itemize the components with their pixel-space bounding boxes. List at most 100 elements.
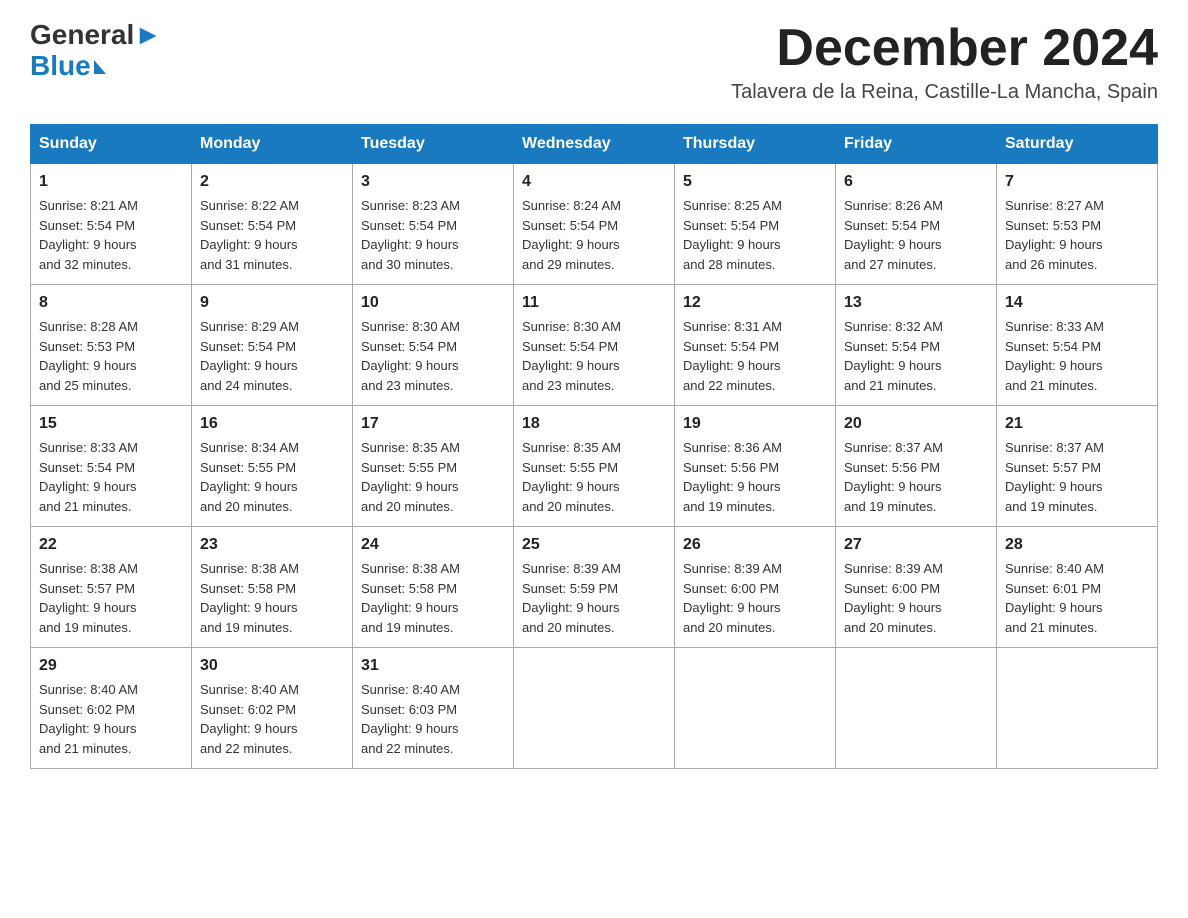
day-number: 7 (1005, 170, 1149, 194)
table-row: 16 Sunrise: 8:34 AMSunset: 5:55 PMDaylig… (192, 406, 353, 527)
table-row: 12 Sunrise: 8:31 AMSunset: 5:54 PMDaylig… (675, 285, 836, 406)
day-number: 3 (361, 170, 505, 194)
day-number: 25 (522, 533, 666, 557)
day-number: 5 (683, 170, 827, 194)
day-info: Sunrise: 8:33 AMSunset: 5:54 PMDaylight:… (39, 440, 138, 514)
table-row: 15 Sunrise: 8:33 AMSunset: 5:54 PMDaylig… (31, 406, 192, 527)
day-number: 24 (361, 533, 505, 557)
day-number: 20 (844, 412, 988, 436)
day-info: Sunrise: 8:33 AMSunset: 5:54 PMDaylight:… (1005, 319, 1104, 393)
day-number: 11 (522, 291, 666, 315)
day-info: Sunrise: 8:38 AMSunset: 5:58 PMDaylight:… (361, 561, 460, 635)
day-info: Sunrise: 8:27 AMSunset: 5:53 PMDaylight:… (1005, 198, 1104, 272)
table-row: 7 Sunrise: 8:27 AMSunset: 5:53 PMDayligh… (997, 164, 1158, 285)
table-row: 29 Sunrise: 8:40 AMSunset: 6:02 PMDaylig… (31, 648, 192, 769)
day-info: Sunrise: 8:28 AMSunset: 5:53 PMDaylight:… (39, 319, 138, 393)
day-number: 26 (683, 533, 827, 557)
table-row: 2 Sunrise: 8:22 AMSunset: 5:54 PMDayligh… (192, 164, 353, 285)
location-title: Talavera de la Reina, Castille-La Mancha… (731, 81, 1158, 104)
table-row: 13 Sunrise: 8:32 AMSunset: 5:54 PMDaylig… (836, 285, 997, 406)
day-number: 4 (522, 170, 666, 194)
calendar-week-row: 15 Sunrise: 8:33 AMSunset: 5:54 PMDaylig… (31, 406, 1158, 527)
day-number: 29 (39, 654, 183, 678)
day-info: Sunrise: 8:35 AMSunset: 5:55 PMDaylight:… (522, 440, 621, 514)
day-number: 27 (844, 533, 988, 557)
table-row: 18 Sunrise: 8:35 AMSunset: 5:55 PMDaylig… (514, 406, 675, 527)
day-number: 31 (361, 654, 505, 678)
day-info: Sunrise: 8:38 AMSunset: 5:57 PMDaylight:… (39, 561, 138, 635)
table-row: 3 Sunrise: 8:23 AMSunset: 5:54 PMDayligh… (353, 164, 514, 285)
day-info: Sunrise: 8:34 AMSunset: 5:55 PMDaylight:… (200, 440, 299, 514)
col-tuesday: Tuesday (353, 125, 514, 164)
day-number: 2 (200, 170, 344, 194)
day-number: 9 (200, 291, 344, 315)
day-number: 6 (844, 170, 988, 194)
day-info: Sunrise: 8:39 AMSunset: 6:00 PMDaylight:… (844, 561, 943, 635)
day-number: 28 (1005, 533, 1149, 557)
day-number: 18 (522, 412, 666, 436)
table-row: 11 Sunrise: 8:30 AMSunset: 5:54 PMDaylig… (514, 285, 675, 406)
table-row: 17 Sunrise: 8:35 AMSunset: 5:55 PMDaylig… (353, 406, 514, 527)
col-monday: Monday (192, 125, 353, 164)
day-number: 8 (39, 291, 183, 315)
table-row: 9 Sunrise: 8:29 AMSunset: 5:54 PMDayligh… (192, 285, 353, 406)
day-info: Sunrise: 8:22 AMSunset: 5:54 PMDaylight:… (200, 198, 299, 272)
title-block: December 2024 Talavera de la Reina, Cast… (731, 20, 1158, 104)
day-info: Sunrise: 8:29 AMSunset: 5:54 PMDaylight:… (200, 319, 299, 393)
calendar-table: Sunday Monday Tuesday Wednesday Thursday… (30, 124, 1158, 769)
day-number: 16 (200, 412, 344, 436)
table-row: 26 Sunrise: 8:39 AMSunset: 6:00 PMDaylig… (675, 527, 836, 648)
day-info: Sunrise: 8:40 AMSunset: 6:02 PMDaylight:… (39, 682, 138, 756)
table-row: 1 Sunrise: 8:21 AMSunset: 5:54 PMDayligh… (31, 164, 192, 285)
day-info: Sunrise: 8:32 AMSunset: 5:54 PMDaylight:… (844, 319, 943, 393)
table-row: 20 Sunrise: 8:37 AMSunset: 5:56 PMDaylig… (836, 406, 997, 527)
table-row: 25 Sunrise: 8:39 AMSunset: 5:59 PMDaylig… (514, 527, 675, 648)
day-number: 14 (1005, 291, 1149, 315)
calendar-week-row: 22 Sunrise: 8:38 AMSunset: 5:57 PMDaylig… (31, 527, 1158, 648)
day-number: 10 (361, 291, 505, 315)
day-info: Sunrise: 8:40 AMSunset: 6:02 PMDaylight:… (200, 682, 299, 756)
table-row (514, 648, 675, 769)
calendar-week-row: 8 Sunrise: 8:28 AMSunset: 5:53 PMDayligh… (31, 285, 1158, 406)
page-header: General► Blue December 2024 Talavera de … (30, 20, 1158, 104)
day-number: 15 (39, 412, 183, 436)
table-row: 19 Sunrise: 8:36 AMSunset: 5:56 PMDaylig… (675, 406, 836, 527)
month-title: December 2024 (731, 20, 1158, 77)
day-info: Sunrise: 8:38 AMSunset: 5:58 PMDaylight:… (200, 561, 299, 635)
day-info: Sunrise: 8:25 AMSunset: 5:54 PMDaylight:… (683, 198, 782, 272)
day-number: 30 (200, 654, 344, 678)
day-number: 13 (844, 291, 988, 315)
table-row: 21 Sunrise: 8:37 AMSunset: 5:57 PMDaylig… (997, 406, 1158, 527)
col-thursday: Thursday (675, 125, 836, 164)
table-row: 27 Sunrise: 8:39 AMSunset: 6:00 PMDaylig… (836, 527, 997, 648)
day-number: 17 (361, 412, 505, 436)
day-number: 1 (39, 170, 183, 194)
day-info: Sunrise: 8:21 AMSunset: 5:54 PMDaylight:… (39, 198, 138, 272)
day-info: Sunrise: 8:31 AMSunset: 5:54 PMDaylight:… (683, 319, 782, 393)
table-row: 31 Sunrise: 8:40 AMSunset: 6:03 PMDaylig… (353, 648, 514, 769)
logo-text-bottom: Blue (30, 51, 162, 82)
calendar-header-row: Sunday Monday Tuesday Wednesday Thursday… (31, 125, 1158, 164)
day-number: 19 (683, 412, 827, 436)
table-row (997, 648, 1158, 769)
table-row (836, 648, 997, 769)
col-saturday: Saturday (997, 125, 1158, 164)
table-row (675, 648, 836, 769)
day-info: Sunrise: 8:24 AMSunset: 5:54 PMDaylight:… (522, 198, 621, 272)
table-row: 6 Sunrise: 8:26 AMSunset: 5:54 PMDayligh… (836, 164, 997, 285)
logo-text-top: General► (30, 20, 162, 51)
table-row: 23 Sunrise: 8:38 AMSunset: 5:58 PMDaylig… (192, 527, 353, 648)
table-row: 14 Sunrise: 8:33 AMSunset: 5:54 PMDaylig… (997, 285, 1158, 406)
day-number: 12 (683, 291, 827, 315)
logo: General► Blue (30, 20, 162, 82)
col-sunday: Sunday (31, 125, 192, 164)
day-info: Sunrise: 8:26 AMSunset: 5:54 PMDaylight:… (844, 198, 943, 272)
col-friday: Friday (836, 125, 997, 164)
day-info: Sunrise: 8:23 AMSunset: 5:54 PMDaylight:… (361, 198, 460, 272)
day-info: Sunrise: 8:35 AMSunset: 5:55 PMDaylight:… (361, 440, 460, 514)
day-number: 22 (39, 533, 183, 557)
table-row: 5 Sunrise: 8:25 AMSunset: 5:54 PMDayligh… (675, 164, 836, 285)
table-row: 24 Sunrise: 8:38 AMSunset: 5:58 PMDaylig… (353, 527, 514, 648)
day-info: Sunrise: 8:30 AMSunset: 5:54 PMDaylight:… (522, 319, 621, 393)
day-info: Sunrise: 8:39 AMSunset: 6:00 PMDaylight:… (683, 561, 782, 635)
